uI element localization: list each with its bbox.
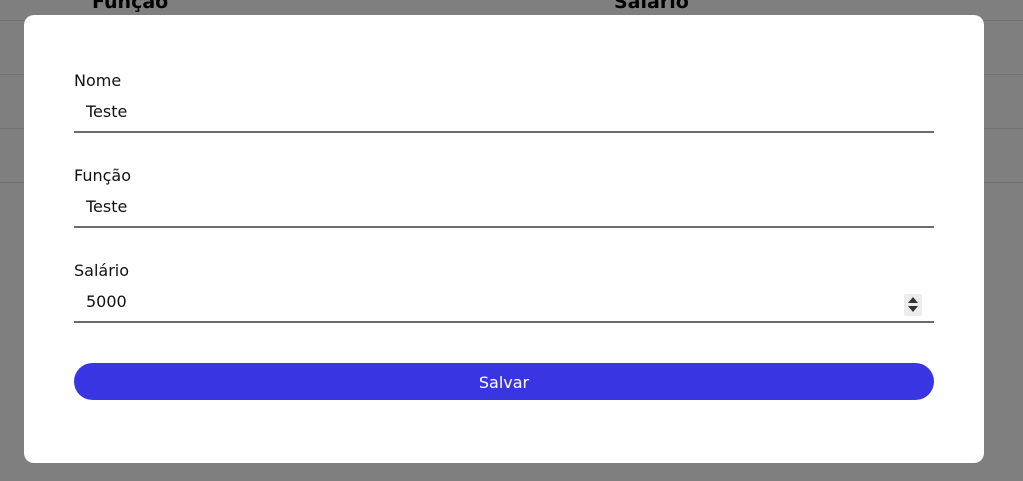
salario-input-value: 5000 (86, 292, 127, 311)
number-spinner[interactable] (904, 294, 922, 316)
salario-label: Salário (74, 261, 130, 280)
save-button[interactable]: Salvar (74, 363, 934, 400)
salario-field-group: Salário 5000 (74, 261, 934, 323)
funcao-input[interactable]: Teste (74, 190, 934, 228)
nome-label: Nome (74, 71, 122, 90)
salario-number-input[interactable]: 5000 (74, 285, 934, 323)
spinner-up-icon[interactable] (908, 297, 918, 303)
edit-employee-modal: Nome Teste Função Teste Salário 5000 Sal… (24, 15, 984, 463)
funcao-input-value: Teste (86, 197, 128, 216)
spinner-down-icon[interactable] (908, 306, 918, 312)
funcao-field-group: Função Teste (74, 166, 934, 228)
nome-field-group: Nome Teste (74, 71, 934, 133)
funcao-label: Função (74, 166, 131, 185)
nome-input[interactable]: Teste (74, 95, 934, 133)
nome-input-value: Teste (86, 102, 128, 121)
